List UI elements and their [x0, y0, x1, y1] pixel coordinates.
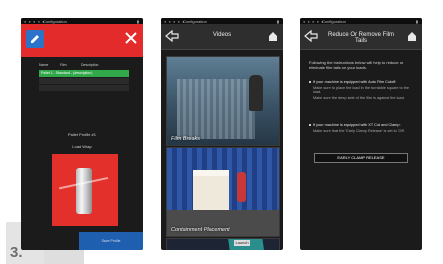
instruction-bullet: If your machine is equipped with XT Cut …	[309, 123, 415, 133]
signal-icon: ● ● ● ● ●	[164, 18, 186, 24]
signal-icon: ● ● ● ● ●	[24, 18, 46, 24]
intro-text: Following the instructions below will he…	[309, 60, 404, 70]
edit-button[interactable]	[26, 30, 44, 48]
status-bar-app: Configuration	[43, 18, 67, 24]
video-caption: Containment Placement	[171, 227, 230, 233]
bullet-icon	[309, 124, 311, 126]
section-label: Pallet Profile #1	[67, 132, 96, 137]
operator-graphic	[249, 75, 263, 111]
bullet-icon	[309, 81, 311, 83]
bullet-detail: Make sure that the 'Early Clamp Release'…	[313, 128, 406, 133]
profile-header-bar	[21, 24, 143, 57]
battery-icon: ▮	[136, 18, 139, 24]
stretch-film-graphic	[177, 79, 255, 139]
bullet-detail: Make sure the deep side of the film is a…	[313, 95, 405, 100]
home-icon[interactable]	[268, 30, 278, 42]
phone-screen-profile: ● ● ● ● ● Configuration ▮ Name Film Desc…	[21, 18, 143, 250]
video-caption: Launch	[234, 240, 250, 246]
status-bar-app: Configuration	[183, 18, 207, 24]
phone-screen-videos: ● ● ● ● ● Configuration ▮ Videos Film Br…	[161, 18, 283, 250]
status-bar-app: Configuration	[322, 18, 346, 24]
pencil-icon	[31, 35, 39, 43]
save-profile-button[interactable]: Save Profile	[79, 232, 143, 250]
profile-row-selected[interactable]: Pallet 1 - Standard - (description)	[39, 70, 129, 77]
col-name: Name	[39, 63, 49, 67]
worker-graphic	[237, 172, 246, 202]
back-arrow-icon[interactable]	[304, 30, 318, 42]
col-film: Film	[59, 63, 67, 67]
phone-screen-film-tails: ● ● ● ● ● Configuration ▮ Reduce Or Remo…	[300, 18, 422, 250]
bullet-heading: If your machine is equipped with XT Cut …	[313, 123, 401, 127]
video-caption: Film Breaks	[171, 136, 201, 142]
nav-bar: Videos	[161, 24, 283, 50]
bullet-heading: If your machine is equipped with Auto Fi…	[313, 80, 397, 84]
battery-icon: ▮	[415, 18, 418, 24]
video-thumbnail[interactable]: Launch	[166, 238, 280, 250]
battery-icon: ▮	[276, 18, 279, 24]
instruction-bullet: If your machine is equipped with Auto Fi…	[309, 80, 415, 100]
page-title: Videos	[212, 32, 232, 38]
video-thumbnail[interactable]: Containment Placement	[166, 147, 280, 237]
nav-bar: Reduce Or Remove Film Tails	[300, 24, 422, 50]
video-thumbnail[interactable]: Film Breaks	[166, 56, 280, 146]
home-icon[interactable]	[407, 30, 417, 42]
image-label: Load Wrap	[72, 144, 92, 149]
profile-row[interactable]	[39, 85, 129, 91]
col-description: Description	[80, 63, 99, 67]
wrapped-load-image	[52, 154, 118, 226]
profile-table-header: Name Film Description	[39, 63, 129, 69]
bullet-detail: Make sure to place the load in the turnt…	[313, 85, 410, 95]
close-icon[interactable]	[125, 32, 137, 44]
back-arrow-icon[interactable]	[165, 30, 179, 42]
profile-row[interactable]	[39, 78, 129, 84]
wrapped-load-graphic	[193, 176, 229, 210]
signal-icon: ● ● ● ● ●	[303, 18, 325, 24]
early-clamp-release-button[interactable]: EARLY CLAMP RELEASE	[314, 153, 408, 163]
page-title: Reduce Or Remove Film Tails	[327, 32, 395, 44]
